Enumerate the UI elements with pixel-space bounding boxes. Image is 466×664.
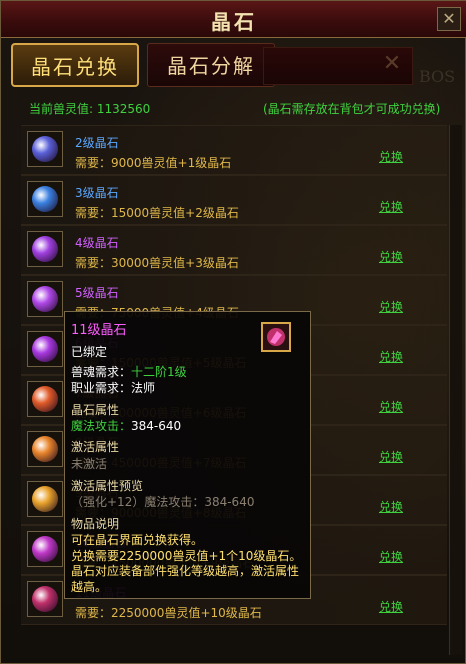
crystal-name: 3级晶石 xyxy=(75,186,119,200)
crystal-slot[interactable] xyxy=(27,481,63,517)
attr-label: 魔法攻击： xyxy=(71,419,132,433)
close-button[interactable]: ✕ xyxy=(437,7,461,31)
info-bar: 当前兽灵值: 1132560 (晶石需存放在背包才可成功兑换) xyxy=(1,95,466,121)
tooltip-desc-1: 可在晶石界面兑换获得。 xyxy=(71,533,204,547)
crystal-gem-icon xyxy=(32,536,58,562)
title-bar: 晶石 ✕ xyxy=(1,1,466,38)
crystal-slot[interactable] xyxy=(27,331,63,367)
tooltip-activate-title: 激活属性 xyxy=(71,440,120,454)
attr-value: 384-640 xyxy=(131,419,182,433)
crystal-gem-icon xyxy=(32,286,58,312)
item-tooltip: 11级晶石 已绑定 兽魂需求：十二阶1级 职业需求：法师 晶石属性 魔法攻击：3… xyxy=(64,311,311,599)
crystal-gem-icon xyxy=(32,186,58,212)
window-title: 晶石 xyxy=(211,10,257,34)
crystal-gem-icon xyxy=(32,586,58,612)
exchange-link[interactable]: 兑换 xyxy=(379,498,403,515)
exchange-link[interactable]: 兑换 xyxy=(379,348,403,365)
crystal-gem-icon xyxy=(32,486,58,512)
crystal-row: 4级晶石需要：30000兽灵值+3级晶石 兑换 xyxy=(21,225,447,275)
tooltip-bound: 已绑定 xyxy=(71,345,108,359)
crystal-name: 5级晶石 xyxy=(75,286,119,300)
crystal-name: 4级晶石 xyxy=(75,236,119,250)
crystal-slot[interactable] xyxy=(27,381,63,417)
soul-req-value: 十二阶1级 xyxy=(131,365,187,379)
crystal-slot[interactable] xyxy=(27,181,63,217)
crystal-slot[interactable] xyxy=(27,431,63,467)
close-icon: ✕ xyxy=(442,9,456,28)
crystal-slot[interactable] xyxy=(27,281,63,317)
crystal-gem-icon xyxy=(32,436,58,462)
crystal-row: 2级晶石需要：9000兽灵值+1级晶石 兑换 xyxy=(21,125,447,175)
crystal-slot[interactable] xyxy=(27,231,63,267)
crystal-requirement: 需要：15000兽灵值+2级晶石 xyxy=(75,206,239,220)
tooltip-activate-status: 未激活 xyxy=(71,457,108,471)
crystal-requirement: 需要：30000兽灵值+3级晶石 xyxy=(75,256,239,270)
crystal-requirement: 需要：9000兽灵值+1级晶石 xyxy=(75,156,232,170)
storage-note: (晶石需存放在背包才可成功兑换) xyxy=(263,102,441,116)
tooltip-crystal-icon xyxy=(261,322,291,352)
exchange-link[interactable]: 兑换 xyxy=(379,148,403,165)
background-watermark: BOS xyxy=(419,67,456,86)
crystal-slot[interactable] xyxy=(27,531,63,567)
tooltip-preview-line: （强化+12）魔法攻击：384-640 xyxy=(71,495,255,509)
exchange-link[interactable]: 兑换 xyxy=(379,198,403,215)
exchange-link[interactable]: 兑换 xyxy=(379,548,403,565)
crystal-requirement: 需要：2250000兽灵值+10级晶石 xyxy=(75,606,262,620)
exchange-link[interactable]: 兑换 xyxy=(379,398,403,415)
soul-req-label: 兽魂需求： xyxy=(71,365,132,379)
tooltip-attr: 魔法攻击：384-640 xyxy=(71,417,181,434)
crystal-gem-icon xyxy=(32,136,58,162)
tooltip-job-req: 职业需求：法师 xyxy=(71,381,156,395)
tooltip-attr-title: 晶石属性 xyxy=(71,403,120,417)
tooltip-desc-2: 兑换需要2250000兽灵值+1个10级晶石。 xyxy=(71,549,302,563)
exchange-link[interactable]: 兑换 xyxy=(379,248,403,265)
list-scrollbar[interactable] xyxy=(449,125,462,655)
tab-close-icon: ✕ xyxy=(382,51,402,76)
crystal-gem-icon xyxy=(267,328,285,346)
crystal-gem-icon xyxy=(32,236,58,262)
exchange-link[interactable]: 兑换 xyxy=(379,598,403,615)
exchange-link[interactable]: 兑换 xyxy=(379,298,403,315)
tooltip-desc-title: 物品说明 xyxy=(71,517,120,531)
crystal-row: 3级晶石需要：15000兽灵值+2级晶石 兑换 xyxy=(21,175,447,225)
crystal-slot[interactable] xyxy=(27,131,63,167)
tooltip-soul-req: 兽魂需求：十二阶1级 xyxy=(71,363,187,380)
tooltip-desc-3: 晶石对应装备部件强化等级越高，激活属性越高。 xyxy=(71,564,300,594)
tooltip-preview-title: 激活属性预览 xyxy=(71,479,144,493)
tab-crystal-decompose[interactable]: 晶石分解 xyxy=(147,43,275,87)
tooltip-title: 11级晶石 xyxy=(71,323,127,338)
exchange-link[interactable]: 兑换 xyxy=(379,448,403,465)
crystal-slot[interactable] xyxy=(27,581,63,617)
crystal-window: 晶石 ✕ 晶石兑换 晶石分解 ✕ BOS 当前兽灵值: 1132560 (晶石需… xyxy=(0,0,466,664)
crystal-gem-icon xyxy=(32,386,58,412)
crystal-gem-icon xyxy=(32,336,58,362)
crystal-name: 2级晶石 xyxy=(75,136,119,150)
spirit-value: 当前兽灵值: 1132560 xyxy=(29,102,151,116)
tab-crystal-exchange[interactable]: 晶石兑换 xyxy=(11,43,139,87)
